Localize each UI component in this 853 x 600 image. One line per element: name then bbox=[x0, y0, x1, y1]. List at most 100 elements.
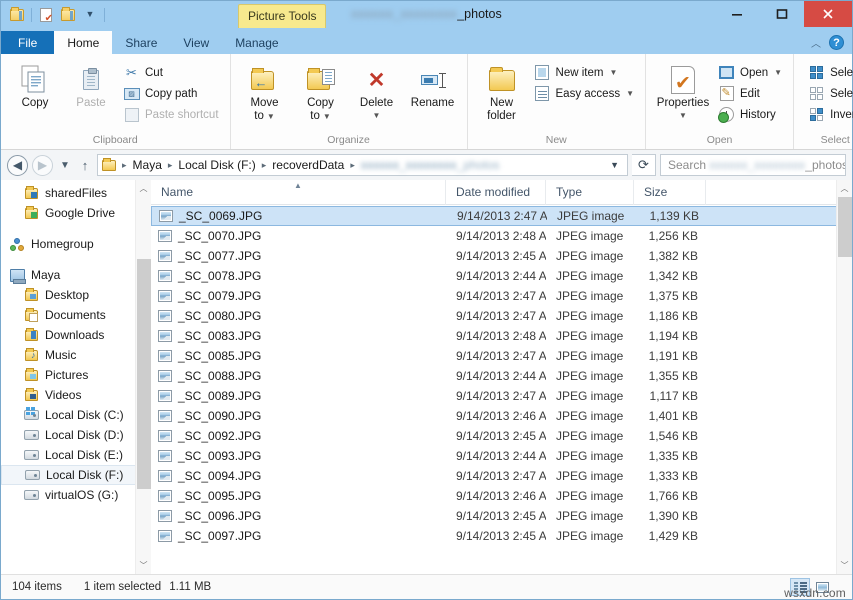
table-row[interactable]: _SC_0083.JPG 9/14/2013 2:48 AM JPEG imag… bbox=[151, 326, 852, 346]
refresh-button[interactable]: ⟳ bbox=[632, 154, 656, 176]
table-row[interactable]: _SC_0092.JPG 9/14/2013 2:45 AM JPEG imag… bbox=[151, 426, 852, 446]
breadcrumb-item-current-folder[interactable]: вввввв_вввввввв_photos bbox=[359, 158, 502, 172]
back-button[interactable]: ◀ bbox=[7, 155, 28, 176]
navigation-pane-scrollbar[interactable]: ︿ ﹀ bbox=[135, 180, 151, 574]
sidebar-item-local-disk-e[interactable]: Local Disk (E:) bbox=[1, 445, 151, 465]
properties-button[interactable]: Properties ▼ bbox=[652, 59, 714, 122]
select-all-button[interactable]: Select all bbox=[806, 62, 853, 83]
collapse-ribbon-icon[interactable]: ︿ bbox=[811, 35, 821, 50]
select-none-button[interactable]: Select none bbox=[806, 83, 853, 104]
sidebar-item-sharedfiles[interactable]: sharedFiles bbox=[1, 183, 151, 203]
table-row[interactable]: _SC_0080.JPG 9/14/2013 2:47 AM JPEG imag… bbox=[151, 306, 852, 326]
scroll-down-icon[interactable]: ﹀ bbox=[837, 557, 853, 574]
sidebar-item-local-disk-d[interactable]: Local Disk (D:) bbox=[1, 425, 151, 445]
file-list-scrollbar[interactable]: ︿ ﹀ bbox=[836, 180, 852, 574]
sidebar-item-google-drive[interactable]: Google Drive bbox=[1, 203, 151, 223]
move-to-button[interactable]: ← Move to ▼ bbox=[237, 59, 293, 125]
table-row[interactable]: _SC_0078.JPG 9/14/2013 2:44 AM JPEG imag… bbox=[151, 266, 852, 286]
chevron-down-icon[interactable]: ▼ bbox=[80, 5, 100, 25]
table-row[interactable]: _SC_0095.JPG 9/14/2013 2:46 AM JPEG imag… bbox=[151, 486, 852, 506]
table-row[interactable]: _SC_0096.JPG 9/14/2013 2:45 AM JPEG imag… bbox=[151, 506, 852, 526]
chevron-down-icon: ▼ bbox=[323, 112, 331, 121]
up-button[interactable]: ↑ bbox=[77, 158, 93, 173]
table-row[interactable]: _SC_0093.JPG 9/14/2013 2:44 AM JPEG imag… bbox=[151, 446, 852, 466]
delete-icon: ✕ bbox=[368, 63, 386, 97]
copy-icon bbox=[21, 63, 49, 97]
edit-button[interactable]: Edit bbox=[716, 83, 787, 104]
table-row[interactable]: _SC_0085.JPG 9/14/2013 2:47 AM JPEG imag… bbox=[151, 346, 852, 366]
table-row[interactable]: _SC_0089.JPG 9/14/2013 2:47 AM JPEG imag… bbox=[151, 386, 852, 406]
close-icon[interactable] bbox=[804, 1, 852, 27]
paste-shortcut-button[interactable]: Paste shortcut bbox=[121, 104, 224, 125]
sidebar-item-pictures[interactable]: Pictures bbox=[1, 365, 151, 385]
scroll-up-icon[interactable]: ︿ bbox=[837, 180, 853, 197]
file-size: 1,194 KB bbox=[634, 329, 706, 343]
scrollbar-track[interactable] bbox=[837, 197, 853, 557]
breadcrumb-item-local-disk-f[interactable]: Local Disk (F:) bbox=[176, 158, 257, 172]
sidebar-item-videos[interactable]: Videos bbox=[1, 385, 151, 405]
table-row[interactable]: _SC_0079.JPG 9/14/2013 2:47 AM JPEG imag… bbox=[151, 286, 852, 306]
copy-path-button[interactable]: ▨ Copy path bbox=[121, 83, 224, 104]
table-row[interactable]: _SC_0094.JPG 9/14/2013 2:47 AM JPEG imag… bbox=[151, 466, 852, 486]
table-row[interactable]: _SC_0088.JPG 9/14/2013 2:44 AM JPEG imag… bbox=[151, 366, 852, 386]
forward-button[interactable]: ▶ bbox=[32, 155, 53, 176]
delete-button[interactable]: ✕ Delete ▼ bbox=[349, 59, 405, 122]
column-header-date-modified[interactable]: Date modified bbox=[446, 180, 546, 205]
invert-selection-button[interactable]: Invert selection bbox=[806, 104, 853, 125]
sidebar-item-local-disk-c[interactable]: Local Disk (C:) bbox=[1, 405, 151, 425]
recent-locations-icon[interactable]: ▼ bbox=[57, 160, 73, 171]
new-folder-icon[interactable] bbox=[58, 5, 78, 25]
sidebar-item-homegroup[interactable]: Homegroup bbox=[1, 234, 151, 254]
folder-icon[interactable] bbox=[7, 5, 27, 25]
table-row[interactable]: _SC_0077.JPG 9/14/2013 2:45 AM JPEG imag… bbox=[151, 246, 852, 266]
cut-button[interactable]: ✂ Cut bbox=[121, 62, 224, 83]
properties-icon[interactable] bbox=[36, 5, 56, 25]
sidebar-item-desktop[interactable]: Desktop bbox=[1, 285, 151, 305]
search-input[interactable]: Search вввввв_вввввввв_photos ⌕ bbox=[660, 154, 846, 176]
table-row[interactable]: _SC_0070.JPG 9/14/2013 2:48 AM JPEG imag… bbox=[151, 226, 852, 246]
scroll-down-icon[interactable]: ﹀ bbox=[136, 557, 152, 574]
table-row[interactable]: _SC_0090.JPG 9/14/2013 2:46 AM JPEG imag… bbox=[151, 406, 852, 426]
minimize-icon[interactable] bbox=[714, 1, 759, 27]
table-row[interactable]: _SC_0069.JPG 9/14/2013 2:47 AM JPEG imag… bbox=[151, 206, 852, 226]
sidebar-item-music[interactable]: Music bbox=[1, 345, 151, 365]
paste-button[interactable]: Paste bbox=[63, 59, 119, 112]
copy-button[interactable]: Copy bbox=[7, 59, 63, 112]
chevron-down-icon[interactable]: ▼ bbox=[604, 160, 625, 170]
sidebar-item-documents[interactable]: Documents bbox=[1, 305, 151, 325]
help-icon[interactable]: ? bbox=[829, 35, 844, 50]
ribbon-group-new: New folder New item ▼ Easy access ▼ bbox=[468, 54, 646, 149]
sidebar-item-downloads[interactable]: Downloads bbox=[1, 325, 151, 345]
maximize-icon[interactable] bbox=[759, 1, 804, 27]
new-folder-button[interactable]: New folder bbox=[474, 59, 530, 125]
edit-icon bbox=[718, 86, 735, 102]
rename-button[interactable]: Rename bbox=[405, 59, 461, 112]
open-button[interactable]: Open ▼ bbox=[716, 62, 787, 83]
file-date: 9/14/2013 2:47 AM bbox=[446, 349, 546, 363]
sidebar-item-maya[interactable]: Maya bbox=[1, 265, 151, 285]
sidebar-item-local-disk-f[interactable]: Local Disk (F:) bbox=[1, 465, 151, 485]
scrollbar-thumb[interactable] bbox=[838, 197, 852, 257]
new-item-button[interactable]: New item ▼ bbox=[532, 62, 639, 83]
tab-view[interactable]: View bbox=[170, 31, 222, 54]
tab-file[interactable]: File bbox=[1, 31, 54, 54]
sidebar-item-virtualos-g[interactable]: virtualOS (G:) bbox=[1, 485, 151, 505]
column-header-size[interactable]: Size bbox=[634, 180, 706, 205]
easy-access-button[interactable]: Easy access ▼ bbox=[532, 83, 639, 104]
breadcrumb[interactable]: ▸ Maya ▸ Local Disk (F:) ▸ recoverdData … bbox=[97, 154, 628, 176]
table-row[interactable]: _SC_0097.JPG 9/14/2013 2:45 AM JPEG imag… bbox=[151, 526, 852, 546]
column-header-name[interactable]: ▲ Name bbox=[151, 180, 446, 205]
history-button[interactable]: History bbox=[716, 104, 787, 125]
breadcrumb-item-maya[interactable]: Maya bbox=[131, 158, 164, 172]
breadcrumb-item-recoverddata[interactable]: recoverdData bbox=[270, 158, 346, 172]
file-size: 1,342 KB bbox=[634, 269, 706, 283]
scroll-up-icon[interactable]: ︿ bbox=[136, 180, 152, 197]
contextual-tab-picture-tools[interactable]: Picture Tools bbox=[238, 4, 326, 28]
scrollbar-track[interactable] bbox=[136, 197, 152, 557]
scrollbar-thumb[interactable] bbox=[137, 259, 151, 489]
tab-share[interactable]: Share bbox=[112, 31, 170, 54]
tab-home[interactable]: Home bbox=[54, 31, 112, 54]
column-header-type[interactable]: Type bbox=[546, 180, 634, 205]
copy-to-button[interactable]: Copy to ▼ bbox=[293, 59, 349, 125]
tab-manage[interactable]: Manage bbox=[222, 31, 291, 54]
